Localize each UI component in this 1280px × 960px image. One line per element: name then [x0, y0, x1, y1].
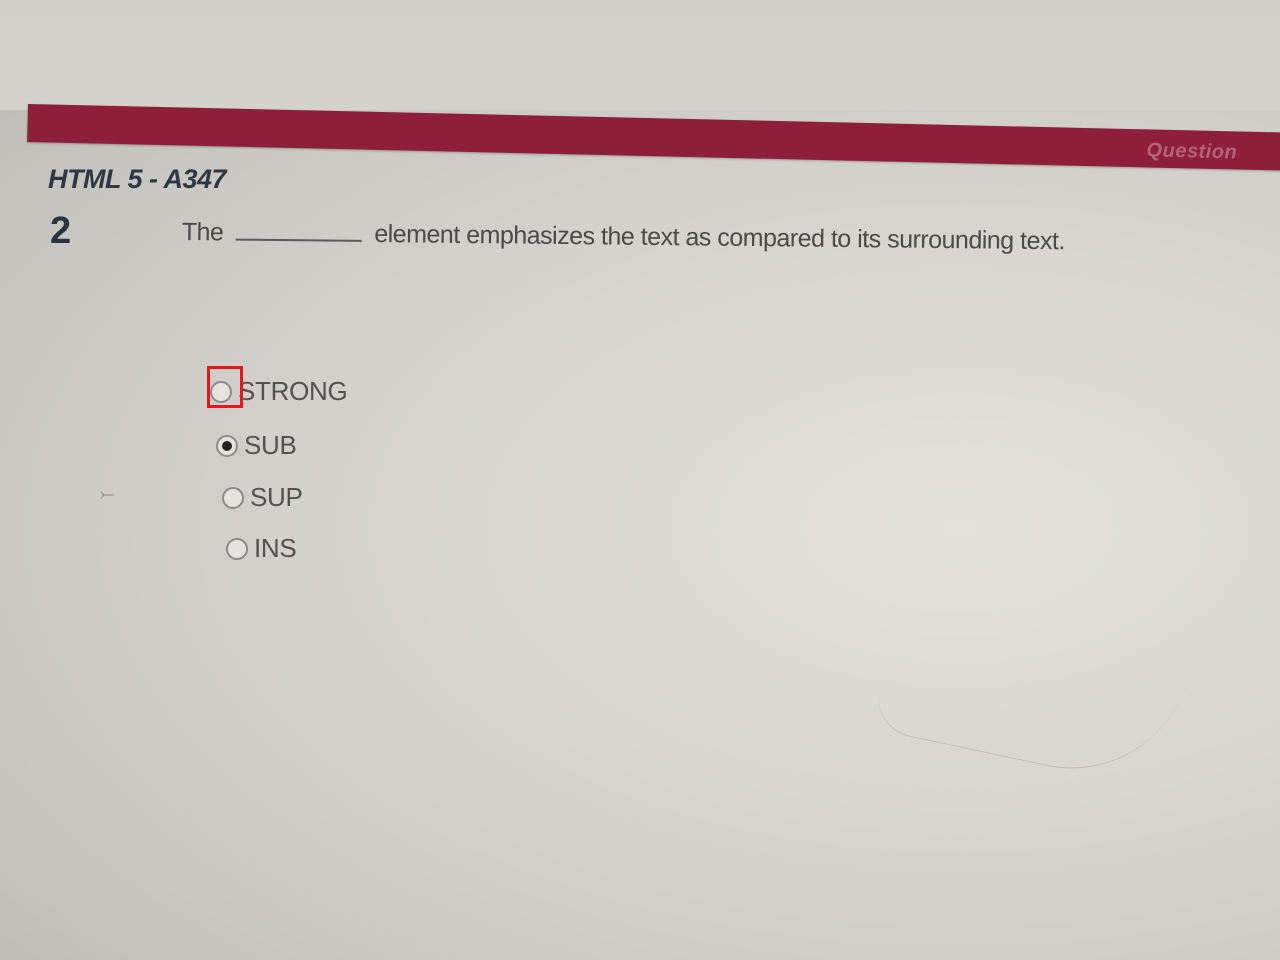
option-ins[interactable]: INS	[226, 533, 297, 564]
option-sub-radio[interactable]	[216, 434, 238, 457]
screen-background	[0, 0, 1280, 110]
option-ins-radio[interactable]	[226, 537, 248, 560]
highlight-box	[207, 366, 243, 408]
option-sup[interactable]: SUP	[222, 482, 303, 513]
option-sup-label[interactable]: SUP	[250, 482, 303, 513]
exam-code: HTML 5 - A347	[48, 164, 227, 194]
question-blank	[235, 216, 363, 242]
option-sup-radio[interactable]	[222, 486, 244, 509]
question-text-before: The	[181, 217, 224, 247]
question-text-after: element emphasizes the text as compared …	[374, 220, 1066, 256]
question-header-bar: Question	[27, 104, 1280, 172]
question-number: 2	[50, 210, 72, 252]
question-header-label: Question	[1146, 139, 1238, 164]
question-text: The element emphasizes the text as compa…	[182, 214, 1082, 259]
option-ins-label[interactable]: INS	[254, 533, 297, 564]
option-sub[interactable]: SUB	[216, 430, 297, 461]
screen-smudge: ⤚	[100, 484, 115, 504]
option-sub-label[interactable]: SUB	[244, 430, 297, 461]
screen-scratch	[870, 610, 1190, 791]
option-strong-label[interactable]: STRONG	[238, 376, 348, 407]
